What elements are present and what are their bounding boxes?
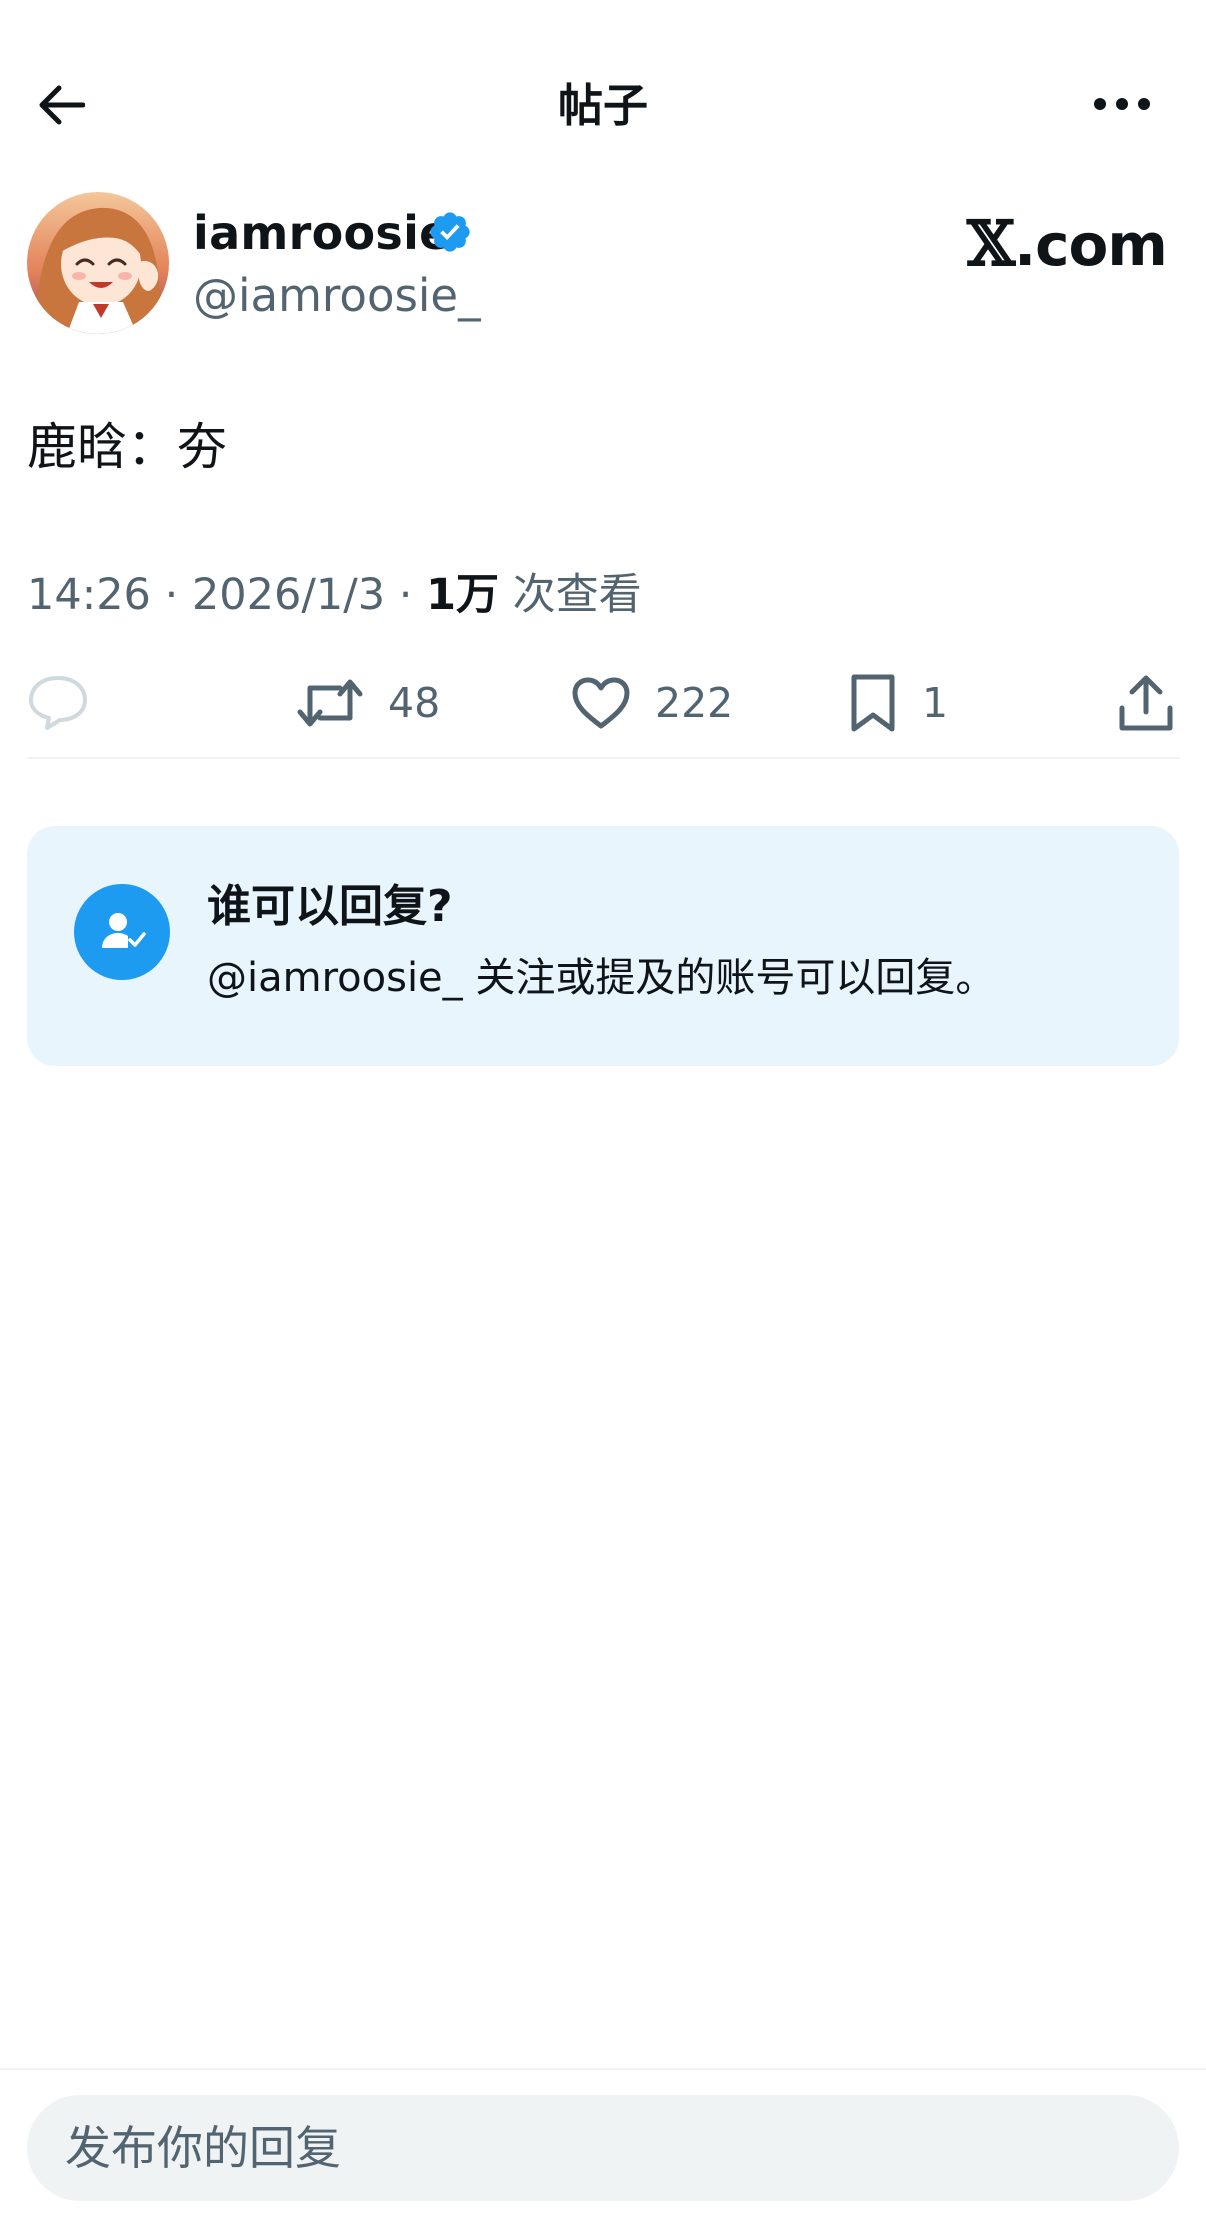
author-handle[interactable]: @iamroosie_ [193,266,481,326]
heart-icon [572,677,630,729]
bookmark-button[interactable]: 1 [848,668,948,738]
post-time: 14:26 [27,570,151,620]
avatar[interactable] [27,192,169,334]
display-name[interactable]: iamroosie [193,203,451,263]
more-horizontal-icon [1094,98,1150,110]
like-count: 222 [655,679,734,727]
retweet-button[interactable]: 48 [296,668,440,738]
reply-input[interactable] [27,2095,1179,2201]
reply-restriction-card [27,826,1179,1066]
views-count: 1万 [426,570,499,620]
divider [27,757,1180,759]
more-options-button[interactable] [1078,74,1166,134]
like-button[interactable]: 222 [571,668,733,738]
views-label: 次查看 [512,570,642,620]
bookmark-count: 1 [922,679,949,727]
share-button[interactable] [1118,668,1174,738]
post-text: 鹿晗：夯 [27,418,227,476]
page-title: 帖子 [557,79,648,132]
reply-restriction-description: @iamroosie_ 关注或提及的账号可以回复。 [207,955,996,1001]
post-date: 2026/1/3 [191,570,386,620]
x-logo: 𝕏 [967,207,1015,280]
reply-button[interactable] [27,668,113,738]
watermark-domain: .com [1014,211,1168,279]
post-meta: 14:26 · 2026/1/3 · 1万 次查看 [27,570,642,620]
user-check-icon [74,884,170,980]
retweet-count: 48 [388,679,441,727]
reply-icon [29,676,87,730]
share-icon [1119,675,1173,731]
verified-badge-icon [427,209,473,255]
retweet-icon [297,679,363,727]
x-com-watermark: 𝕏.com [967,207,1168,280]
reply-restriction-title: 谁可以回复? [207,881,453,932]
bookmark-icon [851,674,895,732]
composer-divider [0,2068,1206,2070]
